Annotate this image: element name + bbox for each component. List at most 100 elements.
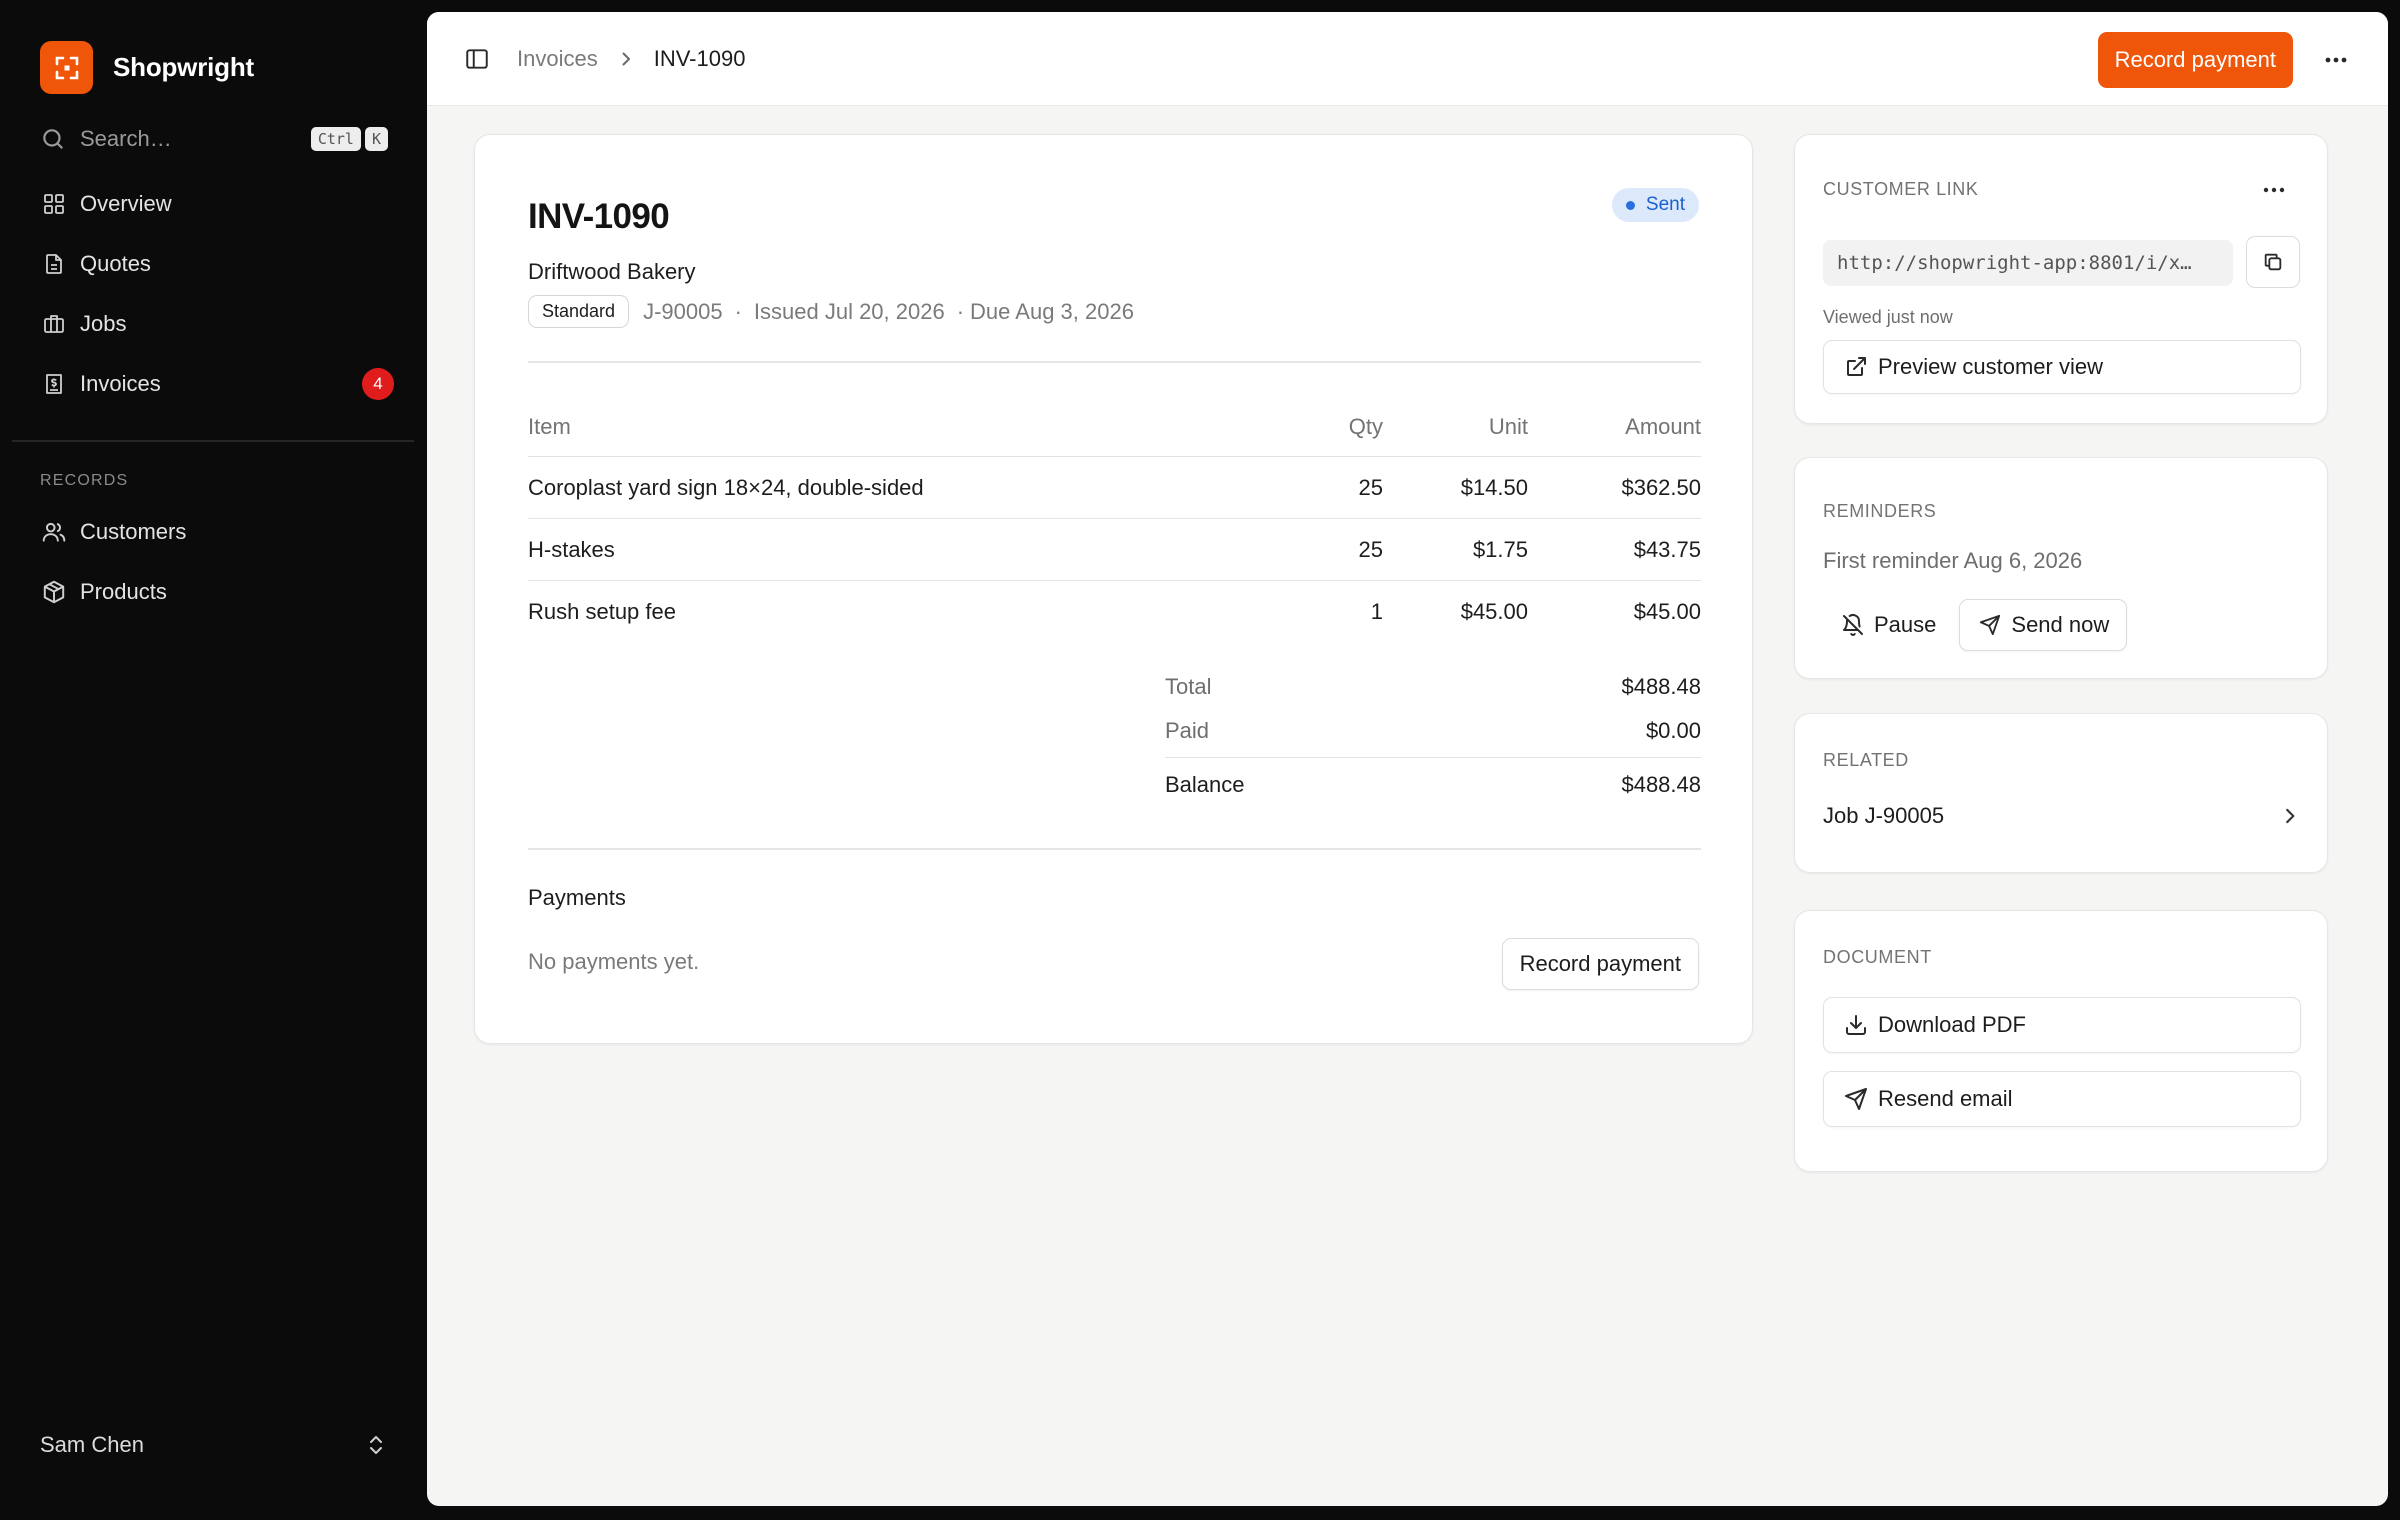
cell-item: Coroplast yard sign 18×24, double-sided: [528, 474, 924, 500]
cell-qty: 25: [1358, 474, 1383, 500]
card-label: REMINDERS: [1823, 501, 1937, 521]
kbd-k: K: [364, 127, 388, 151]
search-placeholder: Search…: [80, 126, 172, 151]
users-icon: [40, 518, 68, 546]
download-pdf-button[interactable]: Download PDF: [1823, 997, 2301, 1053]
sidebar-item-invoices[interactable]: Invoices 4: [28, 358, 400, 410]
card-label: RELATED: [1823, 750, 1909, 770]
invoice-type-tag: Standard: [528, 295, 630, 328]
sidebar: Shopwright Search… Ctrl K Overview Quote…: [0, 0, 427, 1520]
table-row: Coroplast yard sign 18×24, double-sided …: [528, 457, 1701, 519]
job-reference: J-90005: [643, 298, 723, 324]
record-payment-button[interactable]: Record payment: [2097, 32, 2293, 88]
sidebar-item-overview[interactable]: Overview: [28, 178, 400, 230]
download-icon: [1842, 1011, 1870, 1039]
sidebar-item-customers[interactable]: Customers: [28, 506, 400, 558]
sidebar-item-label: Customers: [80, 519, 187, 544]
shopwright-logo-icon: [40, 41, 93, 94]
col-qty: Qty: [1348, 413, 1383, 439]
table-row: Rush setup fee 1 $45.00 $45.00: [528, 581, 1701, 643]
status-badge: Sent: [1611, 188, 1699, 222]
cell-item: H-stakes: [528, 536, 615, 562]
pause-label: Pause: [1874, 612, 1937, 637]
chevron-right-icon: [2279, 805, 2301, 827]
sidebar-item-label: Invoices: [80, 371, 161, 396]
invoice-number: INV-1090: [528, 197, 670, 236]
invoice-icon: [40, 370, 68, 398]
due-date: Due Aug 3, 2026: [970, 298, 1134, 324]
col-item: Item: [528, 413, 571, 439]
col-amount: Amount: [1625, 413, 1701, 439]
more-horizontal-icon[interactable]: [2259, 175, 2289, 205]
meta-separator: ·: [956, 298, 965, 324]
sidebar-item-label: Products: [80, 579, 167, 604]
copy-icon: [2262, 251, 2284, 273]
viewed-status: Viewed just now: [1823, 307, 1953, 327]
col-unit: Unit: [1488, 413, 1528, 439]
sidebar-item-jobs[interactable]: Jobs: [28, 298, 400, 350]
total-row: Total $488.48: [1165, 665, 1701, 709]
user-menu[interactable]: Sam Chen: [40, 1432, 388, 1458]
payments-title: Payments: [528, 885, 626, 910]
table-header: Item Qty Unit Amount: [528, 397, 1701, 457]
total-label: Total: [1165, 674, 1212, 699]
payments-empty-state: No payments yet.: [528, 949, 700, 974]
send-now-button[interactable]: Send now: [1959, 599, 2128, 651]
cell-amount: $43.75: [1633, 536, 1701, 562]
more-horizontal-icon[interactable]: [2322, 46, 2350, 74]
resend-email-button[interactable]: Resend email: [1823, 1071, 2301, 1127]
pause-reminders-button[interactable]: Pause: [1823, 599, 1953, 651]
divider: [528, 361, 1701, 363]
sidebar-item-products[interactable]: Products: [28, 566, 400, 618]
divider: [528, 848, 1701, 850]
card-label: DOCUMENT: [1823, 947, 1932, 967]
balance-row: Balance $488.48: [1165, 757, 1701, 811]
cell-qty: 1: [1370, 599, 1383, 624]
chevron-up-down-icon: [364, 1432, 388, 1458]
records-nav: Customers Products: [28, 506, 400, 626]
sidebar-item-quotes[interactable]: Quotes: [28, 238, 400, 290]
reminders-card: REMINDERS First reminder Aug 6, 2026 Pau…: [1794, 457, 2328, 679]
cell-unit: $45.00: [1460, 599, 1528, 624]
main-content: Invoices INV-1090 Record payment INV-109…: [427, 12, 2388, 1506]
breadcrumb-current: INV-1090: [653, 45, 746, 71]
bell-off-icon: [1840, 612, 1866, 638]
customer-link-field[interactable]: http://shopwright-app:8801/i/x…: [1823, 240, 2233, 286]
section-label-records: RECORDS: [40, 472, 129, 489]
brand-name: Shopwright: [113, 52, 254, 82]
paid-row: Paid $0.00: [1165, 709, 1701, 753]
primary-nav: Overview Quotes Jobs Invoices 4: [28, 178, 400, 418]
total-value: $488.48: [1621, 674, 1701, 699]
cell-qty: 25: [1358, 536, 1383, 562]
related-job-link[interactable]: Job J-90005: [1823, 794, 2301, 838]
copy-link-button[interactable]: [2246, 236, 2300, 288]
sidebar-toggle-icon[interactable]: [459, 41, 495, 77]
balance-value: $488.48: [1621, 771, 1701, 797]
invoice-card: INV-1090 Sent Driftwood Bakery Standard …: [474, 134, 1753, 1044]
briefcase-icon: [40, 310, 68, 338]
search-input[interactable]: Search… Ctrl K: [40, 122, 388, 156]
search-icon: [40, 126, 66, 152]
meta-separator: ·: [734, 298, 742, 324]
preview-customer-view-button[interactable]: Preview customer view: [1823, 340, 2301, 394]
download-pdf-label: Download PDF: [1878, 1012, 2026, 1037]
cell-amount: $45.00: [1633, 599, 1701, 624]
search-shortcut: Ctrl K: [310, 127, 388, 151]
cell-amount: $362.50: [1621, 474, 1701, 500]
kbd-ctrl: Ctrl: [310, 127, 361, 151]
line-items-table: Item Qty Unit Amount Coroplast yard sign…: [528, 397, 1701, 643]
brand[interactable]: Shopwright: [40, 41, 254, 94]
box-icon: [40, 578, 68, 606]
paid-label: Paid: [1165, 718, 1210, 743]
user-name: Sam Chen: [40, 1432, 144, 1457]
cell-unit: $1.75: [1472, 536, 1528, 562]
status-text: Sent: [1645, 194, 1685, 215]
invoice-meta: Standard J-90005 · Issued Jul 20, 2026 ·…: [528, 295, 1134, 328]
customer-name[interactable]: Driftwood Bakery: [528, 259, 696, 285]
send-icon: [1842, 1085, 1870, 1113]
record-payment-secondary-button[interactable]: Record payment: [1501, 938, 1699, 990]
breadcrumb-invoices-link[interactable]: Invoices: [517, 46, 598, 72]
issued-date: Issued Jul 20, 2026: [753, 298, 945, 324]
send-now-label: Send now: [2011, 612, 2110, 637]
breadcrumb: Invoices INV-1090: [517, 46, 745, 72]
